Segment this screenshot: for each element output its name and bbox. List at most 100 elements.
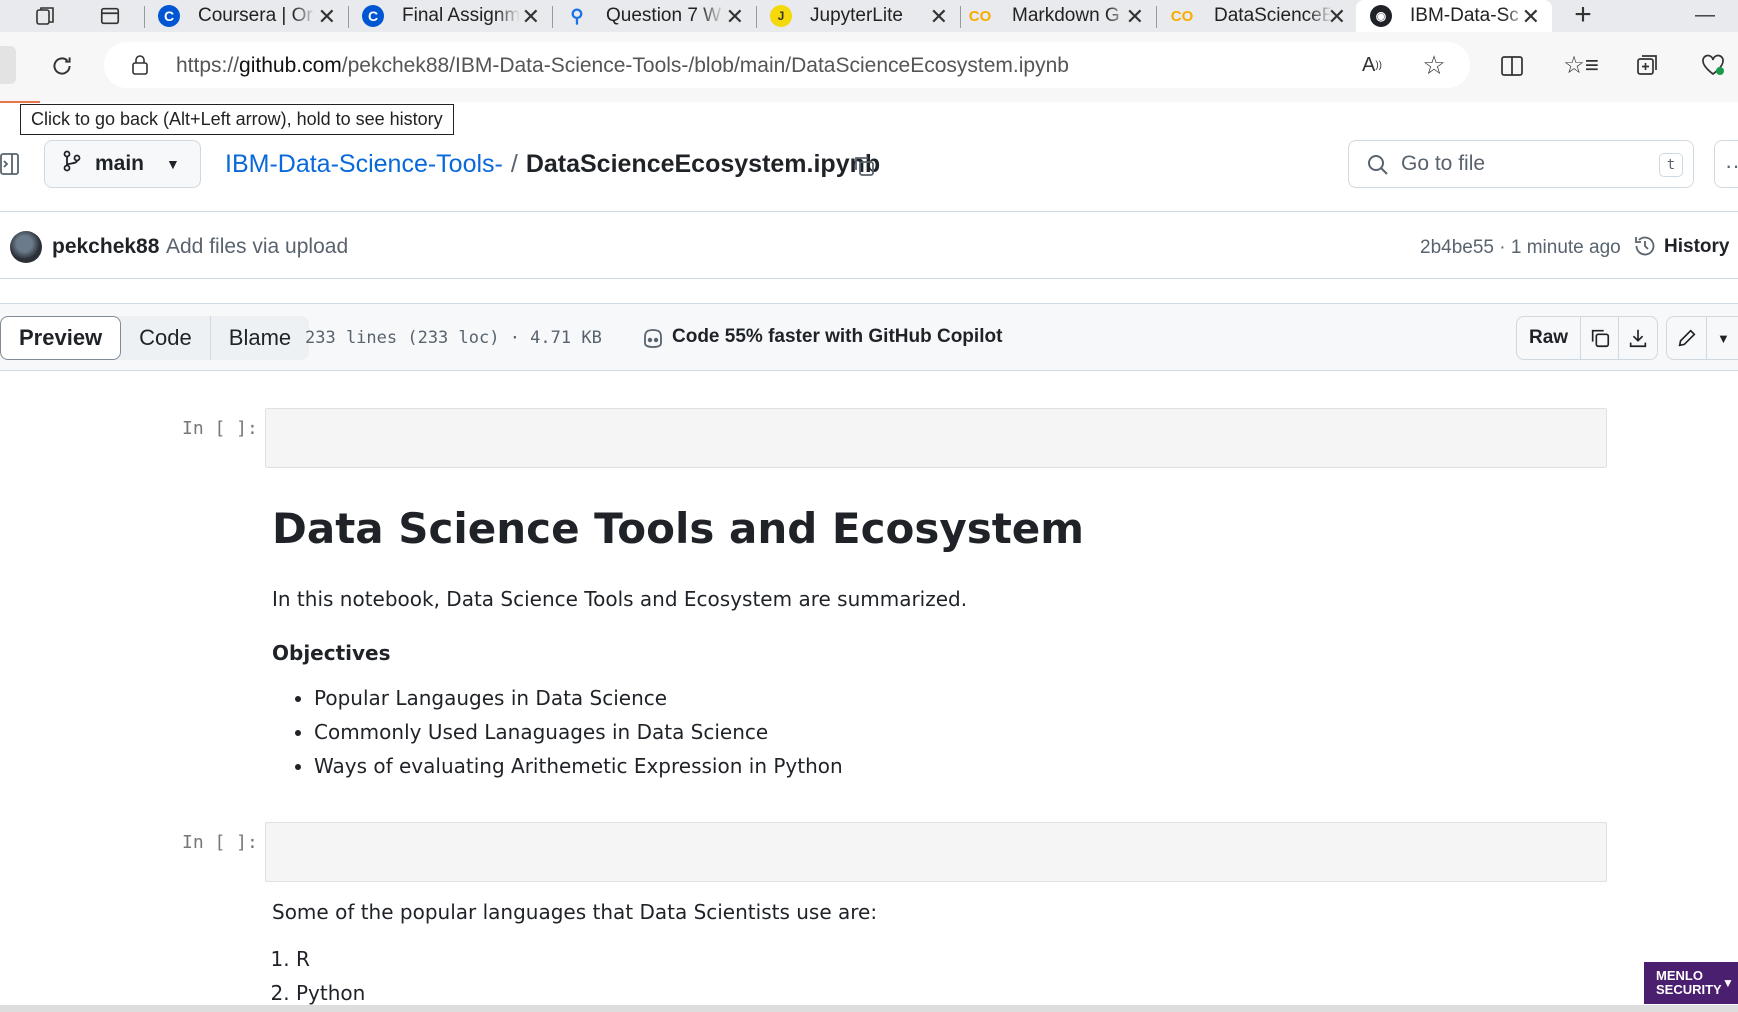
cell-prompt: In [ ]: [182, 418, 258, 439]
copilot-icon [640, 326, 666, 350]
edit-button-group: ▼ [1666, 316, 1738, 360]
tab-label: Coursera | Or [198, 5, 313, 26]
chevron-down-icon: ▼ [166, 156, 180, 172]
close-icon[interactable]: ✕ [1328, 4, 1346, 30]
languages-list: R Python [272, 942, 877, 1010]
go-to-file-input[interactable]: Go to file t [1348, 140, 1694, 188]
code-cell-empty [265, 408, 1607, 468]
coursera-icon: C [362, 5, 384, 27]
intro-text: In this notebook, Data Science Tools and… [272, 587, 968, 611]
close-icon[interactable]: ✕ [1126, 4, 1144, 30]
url-field[interactable]: https://github.com/pekchek88/IBM-Data-Sc… [104, 42, 1470, 88]
tab-separator [348, 6, 349, 28]
preview-tab[interactable]: Preview [0, 316, 122, 360]
tab-label: JupyterLite [810, 5, 903, 26]
copy-path-icon[interactable] [850, 152, 878, 180]
tab-colab-1[interactable]: CO Markdown G ✕ [966, 0, 1156, 32]
file-name: DataScienceEcosystem.ipynb [525, 150, 881, 178]
tab-label: DataScienceE [1214, 5, 1332, 26]
tab-github-active[interactable]: ◉ IBM-Data-Sc ✕ [1356, 0, 1552, 32]
objectives-heading: Objectives [272, 641, 391, 665]
workspaces-icon[interactable] [32, 3, 60, 29]
objectives-list: Popular Langauges in Data Science Common… [272, 681, 1084, 783]
code-cell-empty [265, 822, 1607, 882]
close-icon[interactable]: ✕ [726, 4, 744, 30]
url-text: https://github.com/pekchek88/IBM-Data-Sc… [176, 54, 1069, 77]
languages-intro: Some of the popular languages that Data … [272, 900, 878, 924]
markdown-cell: Some of the popular languages that Data … [272, 900, 877, 1010]
branch-name: main [95, 152, 145, 175]
collections-icon[interactable] [1632, 50, 1662, 80]
close-icon[interactable]: ✕ [930, 4, 948, 30]
commit-message[interactable]: Add files via upload [166, 235, 348, 259]
colab-icon: CO [968, 7, 992, 25]
tab-coursera-1[interactable]: C Coursera | Or ✕ [158, 0, 348, 32]
repo-link[interactable]: IBM-Data-Science-Tools- [225, 150, 503, 178]
history-icon[interactable] [1632, 233, 1658, 259]
chevron-down-icon: ▼ [1722, 976, 1734, 990]
tab-label: Final Assignm [402, 5, 520, 26]
commit-author[interactable]: pekchek88 [52, 235, 159, 259]
history-link[interactable]: History [1664, 236, 1729, 258]
list-item: R [296, 942, 877, 976]
browser-tab-bar: C Coursera | Or ✕ C Final Assignm ✕ ⚲ Qu… [0, 0, 1738, 32]
tab-label: Question 7 W [606, 5, 722, 26]
tab-separator [552, 6, 553, 28]
close-icon[interactable]: ✕ [1522, 4, 1540, 30]
tab-separator [756, 6, 757, 28]
tab-separator [144, 6, 145, 28]
lock-icon[interactable] [130, 54, 150, 76]
menlo-security-badge[interactable]: MENLO SECURITY ▼ [1644, 962, 1738, 1004]
list-item: Commonly Used Lanaguages in Data Science [314, 715, 1084, 749]
notebook-preview: In [ ]: Data Science Tools and Ecosystem… [0, 372, 1738, 1012]
download-icon[interactable] [1619, 317, 1657, 359]
breadcrumb: IBM-Data-Science-Tools- / DataScienceEcosy… [225, 150, 880, 179]
back-button-tooltip: Click to go back (Alt+Left arrow), hold … [20, 104, 454, 135]
back-button[interactable] [0, 46, 16, 84]
tab-actions-icon[interactable] [96, 3, 124, 29]
sidebar-collapse-icon[interactable] [0, 150, 20, 178]
tab-separator [1156, 6, 1157, 28]
copilot-promo[interactable]: Code 55% faster with GitHub Copilot [672, 326, 1002, 348]
minimize-icon[interactable]: — [1690, 0, 1720, 30]
branch-selector[interactable]: main ▼ [44, 140, 201, 188]
edit-pencil-icon[interactable] [1667, 317, 1707, 359]
code-tab[interactable]: Code [121, 316, 210, 360]
menlo-logo-text: MENLO SECURITY [1656, 968, 1722, 997]
file-stats: 233 lines (233 loc) · 4.71 KB [305, 328, 602, 348]
colab-icon: CO [1170, 7, 1194, 25]
raw-copy-download-group: Raw [1516, 316, 1658, 360]
tab-coursera-2[interactable]: C Final Assignm ✕ [362, 0, 552, 32]
blame-tab[interactable]: Blame [209, 316, 309, 360]
refresh-icon[interactable] [44, 48, 80, 84]
tab-separator [960, 6, 961, 28]
browser-essentials-icon[interactable] [1698, 50, 1728, 80]
avatar[interactable] [10, 231, 42, 263]
chevron-down-icon[interactable]: ▼ [1707, 331, 1730, 346]
new-tab-icon[interactable]: + [1568, 0, 1598, 31]
list-item: Popular Langauges in Data Science [314, 681, 1084, 715]
read-aloud-icon[interactable]: A)) [1358, 52, 1386, 78]
favorites-icon[interactable]: ☆≡ [1563, 50, 1599, 80]
split-screen-icon[interactable] [1498, 52, 1526, 80]
favorite-star-icon[interactable]: ☆ [1420, 50, 1448, 80]
cell-prompt: In [ ]: [182, 832, 258, 853]
tab-colab-2[interactable]: CO DataScienceE ✕ [1168, 0, 1358, 32]
close-icon[interactable]: ✕ [318, 4, 336, 30]
address-bar-row: https://github.com/pekchek88/IBM-Data-Sc… [0, 32, 1738, 102]
close-icon[interactable]: ✕ [522, 4, 540, 30]
bottom-scrollbar[interactable] [0, 1005, 1738, 1012]
coursera-icon: C [158, 5, 180, 27]
file-toolbar: Preview Code Blame 233 lines (233 loc) ·… [0, 303, 1738, 371]
raw-button[interactable]: Raw [1517, 317, 1582, 359]
tab-label: IBM-Data-Sc [1410, 5, 1519, 26]
git-branch-icon [63, 150, 81, 178]
copy-icon[interactable] [1581, 317, 1620, 359]
tab-jupyterlite[interactable]: J JupyterLite ✕ [770, 0, 960, 32]
commit-hash-time[interactable]: 2b4be55 · 1 minute ago [1420, 237, 1621, 259]
more-options-button[interactable]: ·· [1714, 140, 1738, 188]
tab-label: Markdown G [1012, 5, 1120, 26]
tab-search[interactable]: ⚲ Question 7 W ✕ [566, 0, 756, 32]
markdown-cell: Data Science Tools and Ecosystem In this… [272, 504, 1084, 783]
go-to-file-placeholder: Go to file [1401, 152, 1486, 175]
